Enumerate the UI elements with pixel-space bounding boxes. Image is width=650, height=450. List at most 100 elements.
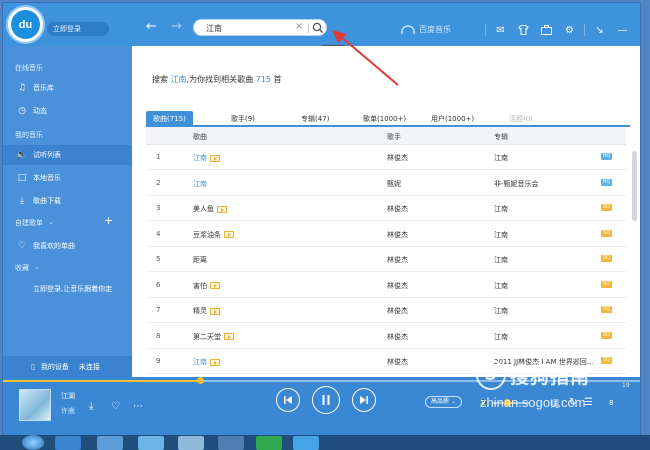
taskbar-app-baidu-music[interactable] <box>293 436 319 450</box>
album-cell[interactable]: 江南 <box>494 332 508 342</box>
artist-cell[interactable]: 林俊杰 <box>387 357 408 367</box>
song-cell[interactable]: 江南 <box>193 153 220 163</box>
song-cell[interactable]: 距离 <box>193 255 207 265</box>
song-title[interactable]: 精灵 <box>193 306 207 316</box>
sidebar-item-local-music[interactable]: □ 本地音乐 <box>17 173 61 183</box>
table-row[interactable]: 5 距离 林俊杰 江南 SQ <box>146 247 626 272</box>
artist-cell[interactable]: 林俊杰 <box>387 204 408 214</box>
song-title[interactable]: 豆浆油条 <box>193 230 221 240</box>
skin-icon[interactable] <box>512 22 535 38</box>
tab-albums[interactable]: 专辑(47) <box>301 113 329 127</box>
tab-songs[interactable]: 歌曲(715) <box>146 111 193 127</box>
song-cell[interactable]: 第二天堂 <box>193 332 234 342</box>
progress-knob[interactable] <box>197 377 205 384</box>
mv-icon[interactable] <box>217 205 227 213</box>
tab-playlists[interactable]: 歌单(1000+) <box>363 113 406 127</box>
taskbar-app-mail[interactable] <box>178 436 204 450</box>
taskbar-app-settings[interactable] <box>218 436 244 450</box>
taskbar-app-player[interactable] <box>138 436 164 450</box>
song-cell[interactable]: 害怕 <box>193 281 220 291</box>
login-hint-link[interactable]: 立即登录,让音乐跟着你走 <box>33 284 112 294</box>
app-logo[interactable]: du <box>6 5 45 44</box>
settings-icon[interactable]: ⚙ <box>558 22 581 38</box>
album-cell[interactable]: 江南 <box>494 281 508 291</box>
loop-icon[interactable]: ↻ <box>569 397 577 408</box>
artist-cell[interactable]: 林俊杰 <box>387 230 408 240</box>
artist-cell[interactable]: 林俊杰 <box>387 332 408 342</box>
mv-icon[interactable] <box>210 358 220 366</box>
album-cover[interactable] <box>19 389 51 421</box>
table-row[interactable]: 7 精灵 林俊杰 江南 SQ <box>146 298 626 323</box>
artist-cell[interactable]: 林俊杰 <box>387 153 408 163</box>
login-button[interactable]: 立即登录 <box>47 22 109 36</box>
header-song[interactable]: 歌曲 <box>193 132 207 142</box>
table-row[interactable]: 6 害怕 林俊杰 江南 SQ <box>146 273 626 298</box>
album-cell[interactable]: 江南 <box>494 306 508 316</box>
song-cell[interactable]: 豆浆油条 <box>193 230 234 240</box>
sidebar-item-downloads[interactable]: ⤓ 歌曲下载 <box>17 196 61 206</box>
sidebar-item-dynamic[interactable]: ◷ 动态 <box>17 106 47 116</box>
now-playing-artist[interactable]: 许嵩 <box>61 406 75 416</box>
table-row[interactable]: 3 美人鱼 林俊杰 江南 SQ <box>146 196 626 221</box>
album-cell[interactable]: 江南 <box>494 255 508 265</box>
artist-cell[interactable]: 林俊杰 <box>387 255 408 265</box>
sidebar-item-trial-list[interactable]: 🔈 试听列表 <box>16 150 61 160</box>
search-input[interactable]: 江南 <box>206 23 222 34</box>
mv-icon[interactable] <box>210 154 220 162</box>
heart-icon[interactable]: ♡ <box>111 401 120 412</box>
playlist-icon[interactable]: ☰ <box>584 397 593 408</box>
table-row[interactable]: 2 江南 甄妮 非-甄妮音乐会 HQ <box>146 171 626 196</box>
album-cell[interactable]: 2011 JJ林俊杰 I AM 世界巡回... <box>494 357 593 367</box>
tab-artists[interactable]: 歌手(9) <box>231 113 255 127</box>
download-icon[interactable]: ⤓ <box>89 401 93 412</box>
volume-icon[interactable]: 🔈 <box>479 397 491 408</box>
mv-icon[interactable] <box>224 231 234 238</box>
mv-icon[interactable] <box>210 307 220 315</box>
volume-knob[interactable] <box>504 399 512 406</box>
mv-icon[interactable] <box>210 282 220 289</box>
forward-arrow-icon[interactable]: → <box>171 20 182 34</box>
table-row[interactable]: 1 江南 林俊杰 江南 HQ <box>146 145 626 170</box>
clear-icon[interactable]: × <box>295 21 303 32</box>
taskbar-app-ie[interactable] <box>55 436 81 450</box>
album-cell[interactable]: 江南 <box>494 230 508 240</box>
search-box[interactable]: 江南 × <box>193 19 327 36</box>
artist-cell[interactable]: 林俊杰 <box>387 281 408 291</box>
table-row[interactable]: 9 江南 林俊杰 2011 JJ林俊杰 I AM 世界巡回... SQ <box>146 349 626 374</box>
taskbar-app-wechat[interactable] <box>256 436 282 450</box>
pause-button[interactable] <box>312 386 340 414</box>
scrollbar[interactable] <box>632 151 637 221</box>
sidebar-section-collection[interactable]: 收藏 ⌄ <box>15 263 40 273</box>
song-cell[interactable]: 精灵 <box>193 306 220 316</box>
album-cell[interactable]: 江南 <box>494 153 508 163</box>
table-row[interactable]: 8 第二天堂 林俊杰 江南 SQ <box>146 324 626 349</box>
song-title[interactable]: 美人鱼 <box>193 204 214 214</box>
sidebar-item-favorites[interactable]: ♡ 我喜欢的单曲 <box>17 241 75 251</box>
song-title[interactable]: 江南 <box>193 153 207 163</box>
minimize-icon[interactable]: — <box>611 22 634 38</box>
search-icon[interactable] <box>311 21 325 35</box>
mini-mode-icon[interactable]: ↘ <box>588 22 611 38</box>
mail-icon[interactable]: ✉ <box>489 22 512 38</box>
song-title[interactable]: 害怕 <box>193 281 207 291</box>
back-arrow-icon[interactable]: ← <box>146 20 157 34</box>
artist-cell[interactable]: 林俊杰 <box>387 306 408 316</box>
mv-icon[interactable] <box>224 333 234 340</box>
song-cell[interactable]: 美人鱼 <box>193 204 227 214</box>
lyrics-button[interactable]: 词 <box>550 397 559 410</box>
header-artist[interactable]: 歌手 <box>387 132 401 142</box>
toolbox-icon[interactable] <box>535 22 558 38</box>
album-cell[interactable]: 江南 <box>494 204 508 214</box>
album-cell[interactable]: 非-甄妮音乐会 <box>494 179 539 189</box>
previous-button[interactable] <box>276 388 300 412</box>
tab-topics[interactable]: 话题(0) <box>509 113 533 127</box>
song-title[interactable]: 第二天堂 <box>193 332 221 342</box>
more-icon[interactable]: ⋯ <box>133 401 143 412</box>
close-icon[interactable]: ✕ <box>634 22 640 38</box>
sidebar-section-custom-playlist[interactable]: 自建歌单 ⌄ <box>15 218 54 228</box>
quality-selector[interactable]: 高品质 ⌄ <box>425 396 462 408</box>
artist-cell[interactable]: 甄妮 <box>387 179 401 189</box>
taskbar-app-explorer[interactable] <box>97 436 123 450</box>
song-title[interactable]: 江南 <box>193 179 207 189</box>
sidebar-item-music-lib[interactable]: ♫ 音乐库 <box>17 83 54 93</box>
